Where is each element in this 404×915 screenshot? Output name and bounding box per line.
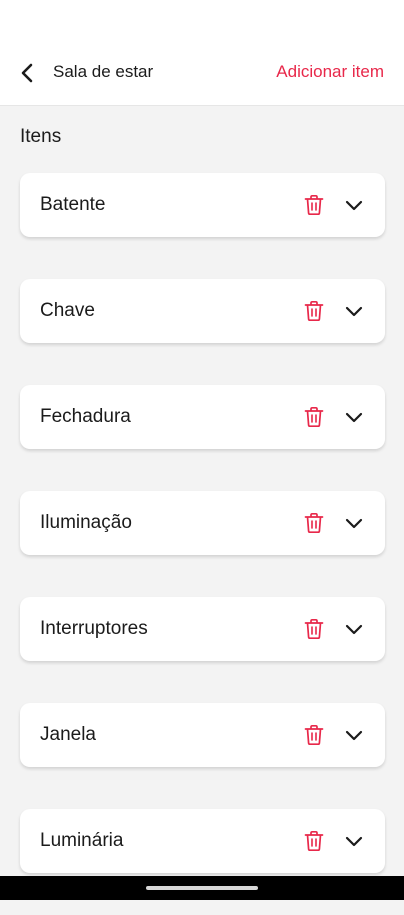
page-title: Sala de estar <box>53 62 154 81</box>
trash-icon <box>304 512 324 534</box>
list-item[interactable]: Interruptores <box>20 597 385 661</box>
item-label: Luminária <box>40 830 124 851</box>
item-list: Batente Chave Fechadura Iluminação Inter… <box>20 173 385 915</box>
expand-item-button[interactable] <box>343 406 365 428</box>
delete-item-button[interactable] <box>303 406 325 428</box>
delete-item-button[interactable] <box>303 300 325 322</box>
back-button[interactable] <box>12 58 42 88</box>
chevron-down-icon <box>345 306 363 317</box>
chevron-down-icon <box>345 412 363 423</box>
expand-item-button[interactable] <box>343 512 365 534</box>
expand-item-button[interactable] <box>343 194 365 216</box>
trash-icon <box>304 300 324 322</box>
list-item[interactable]: Fechadura <box>20 385 385 449</box>
trash-icon <box>304 406 324 428</box>
item-label: Batente <box>40 194 106 215</box>
list-item[interactable]: Batente <box>20 173 385 237</box>
add-item-button[interactable]: Adicionar item <box>276 62 384 82</box>
item-label: Chave <box>40 300 95 321</box>
expand-item-button[interactable] <box>343 618 365 640</box>
trash-icon <box>304 194 324 216</box>
chevron-down-icon <box>345 518 363 529</box>
chevron-down-icon <box>345 836 363 847</box>
trash-icon <box>304 724 324 746</box>
item-label: Janela <box>40 724 96 745</box>
item-label: Fechadura <box>40 406 131 427</box>
delete-item-button[interactable] <box>303 618 325 640</box>
delete-item-button[interactable] <box>303 194 325 216</box>
chevron-down-icon <box>345 730 363 741</box>
list-item[interactable]: Chave <box>20 279 385 343</box>
delete-item-button[interactable] <box>303 830 325 852</box>
delete-item-button[interactable] <box>303 724 325 746</box>
chevron-left-icon <box>21 63 33 83</box>
trash-icon <box>304 618 324 640</box>
expand-item-button[interactable] <box>343 724 365 746</box>
chevron-down-icon <box>345 200 363 211</box>
expand-item-button[interactable] <box>343 830 365 852</box>
list-item[interactable]: Janela <box>20 703 385 767</box>
section-title: Itens <box>20 126 62 147</box>
system-navigation-bar <box>0 876 404 900</box>
list-item[interactable]: Luminária <box>20 809 385 873</box>
home-gesture-handle[interactable] <box>146 886 258 890</box>
chevron-down-icon <box>345 624 363 635</box>
item-label: Iluminação <box>40 512 132 533</box>
expand-item-button[interactable] <box>343 300 365 322</box>
list-item[interactable]: Iluminação <box>20 491 385 555</box>
app-header: Sala de estar Adicionar item <box>0 0 404 106</box>
trash-icon <box>304 830 324 852</box>
delete-item-button[interactable] <box>303 512 325 534</box>
item-label: Interruptores <box>40 618 148 639</box>
